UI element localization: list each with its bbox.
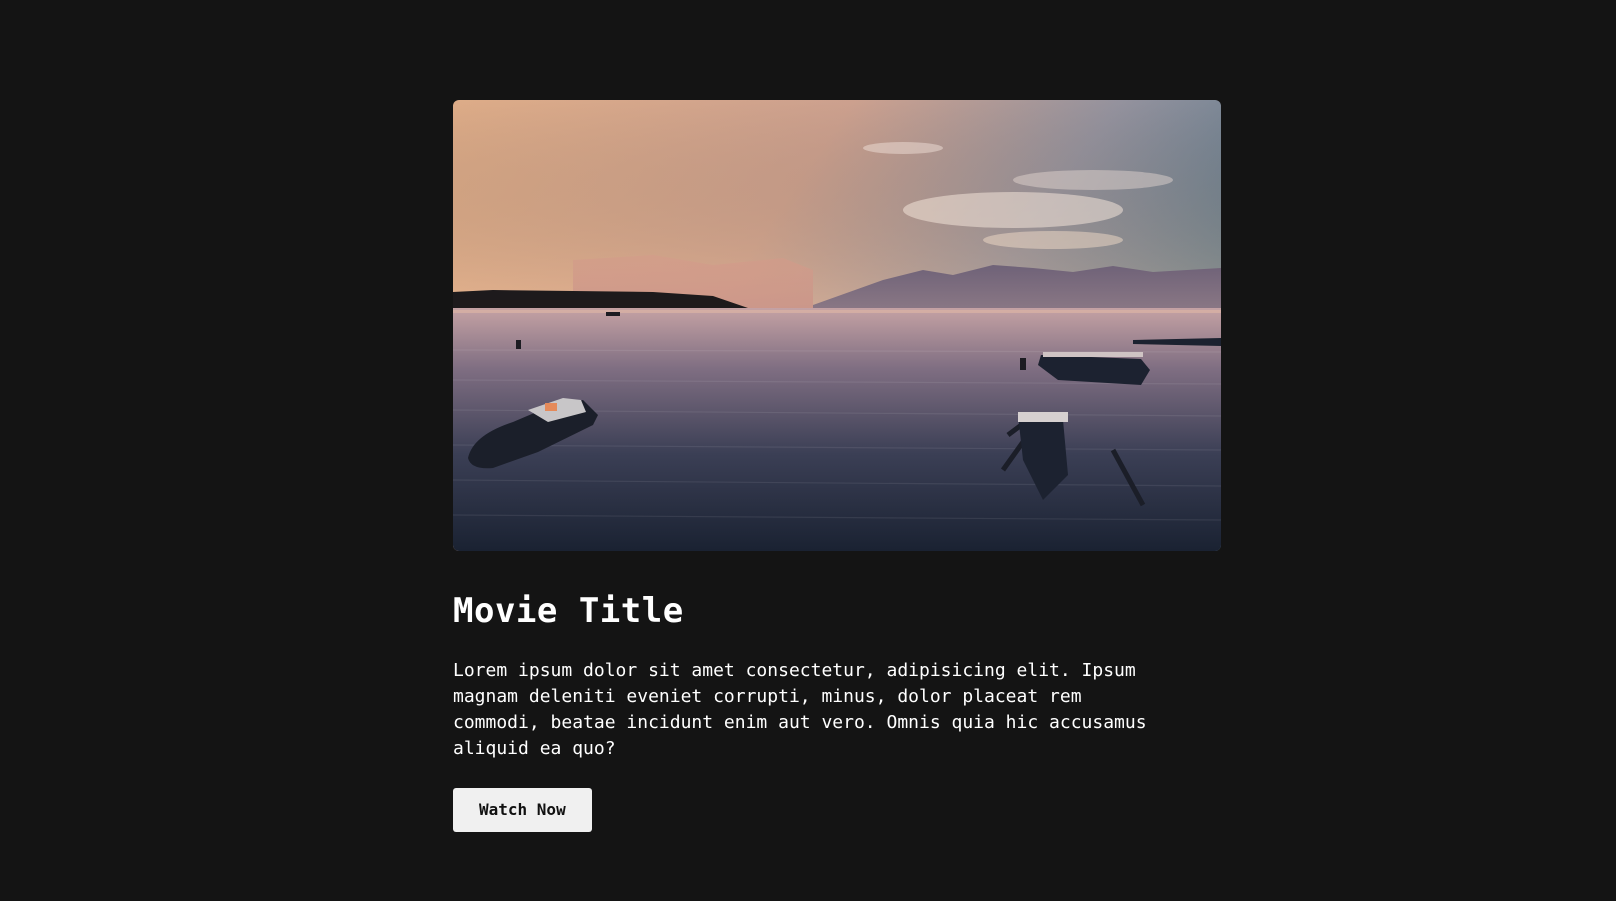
movie-title: Movie Title — [453, 591, 684, 631]
movie-description: Lorem ipsum dolor sit amet consectetur, … — [453, 660, 1147, 760]
movie-card: Movie Title Lorem ipsum dolor sit amet c… — [453, 100, 1221, 833]
movie-poster-image — [453, 100, 1221, 551]
watch-now-button[interactable]: Watch Now — [453, 788, 592, 833]
